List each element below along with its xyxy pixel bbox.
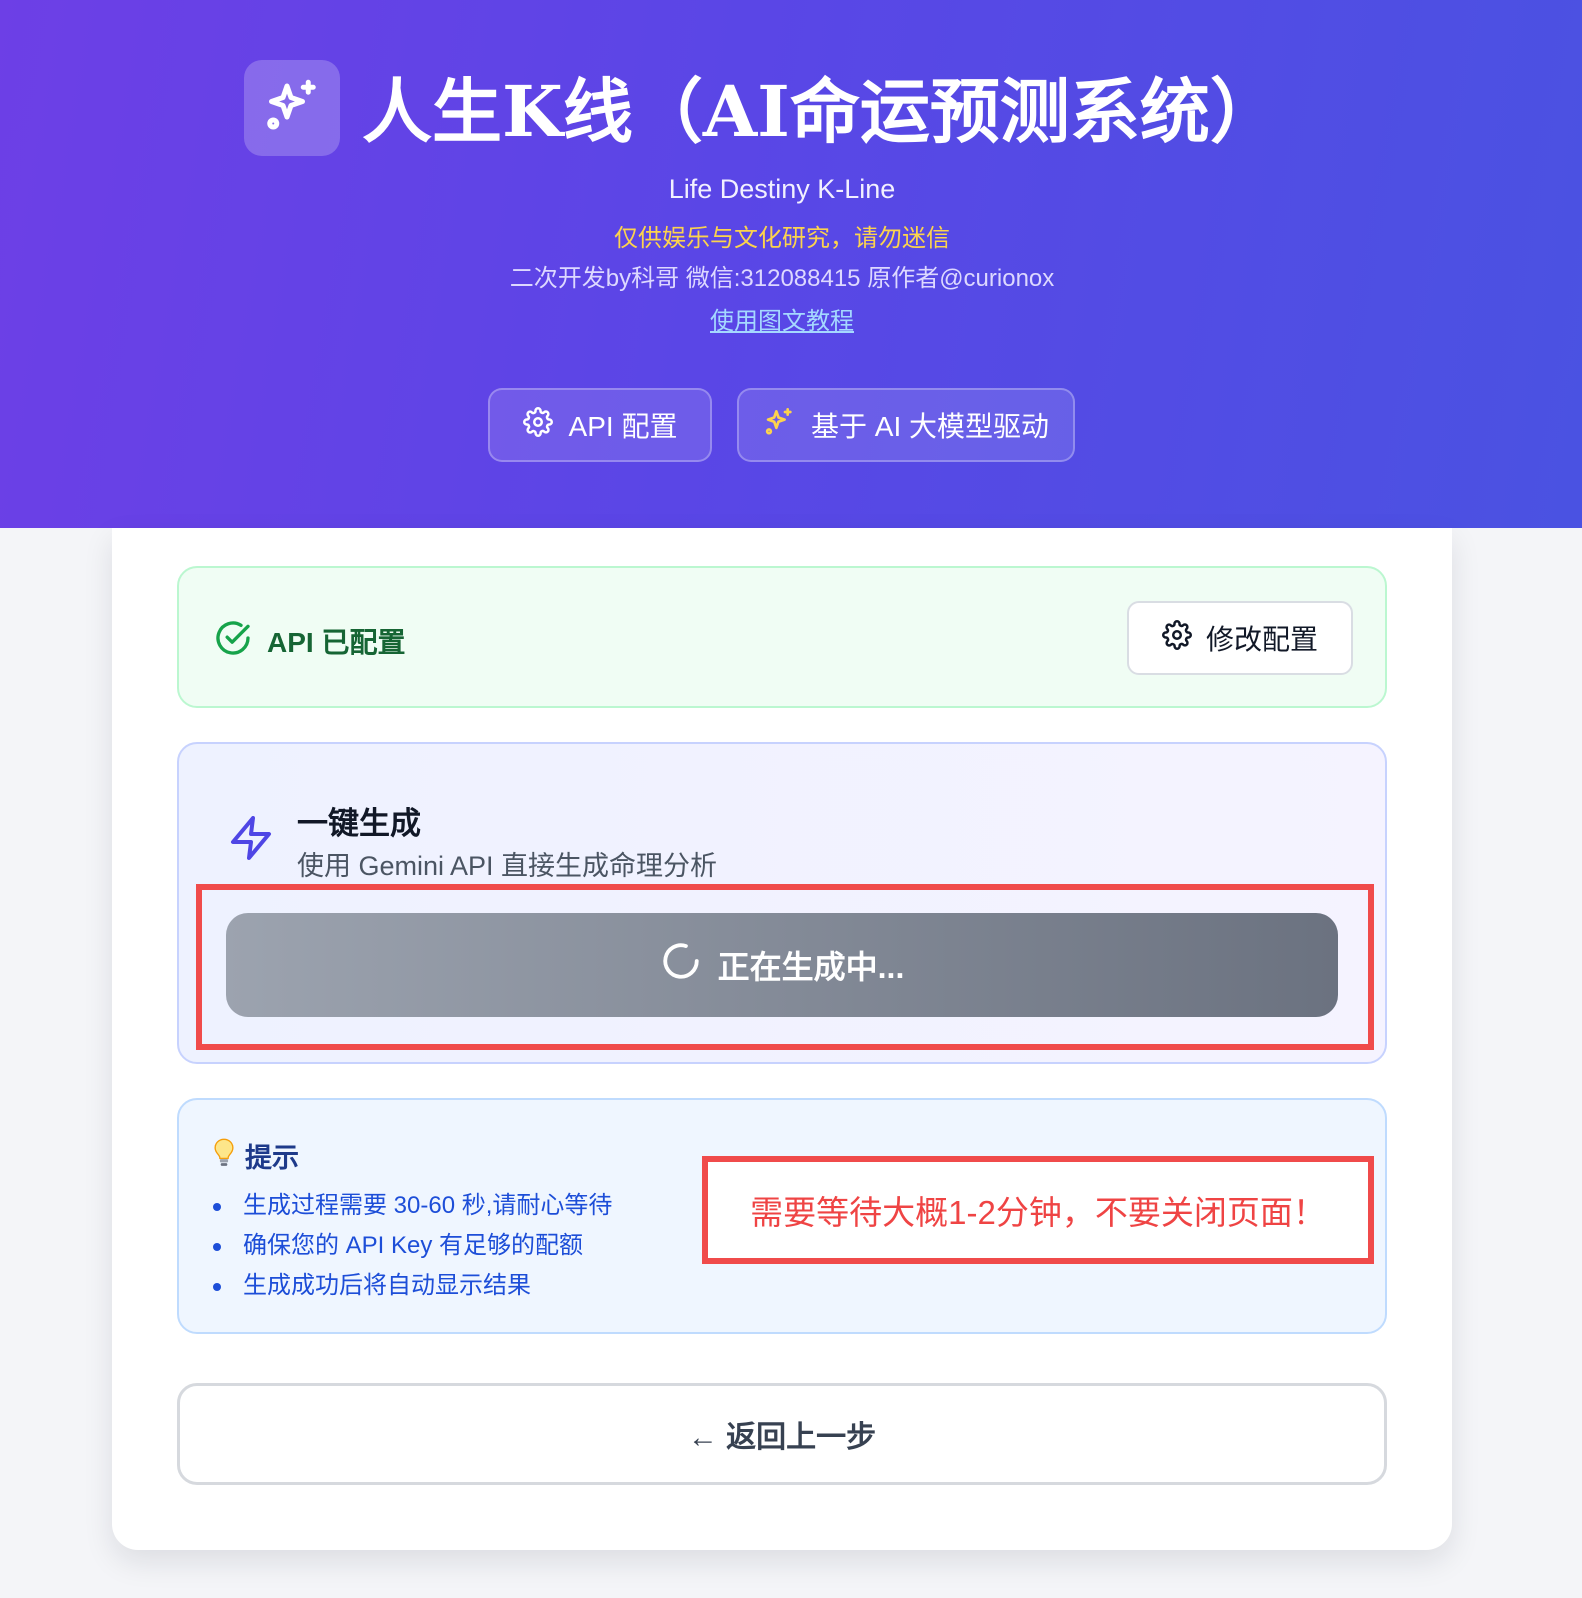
tips-title: 提示 (245, 1143, 299, 1173)
api-config-button[interactable]: API 配置 (488, 388, 712, 462)
gear-icon (1162, 619, 1192, 657)
header-banner: 人生K线（AI命运预测系统） Life Destiny K-Line 仅供娱乐与… (0, 0, 1582, 528)
annotation-warning-text: 需要等待大概1-2分钟，不要关闭页面！ (750, 1194, 1326, 1231)
sparkles-icon (262, 76, 322, 141)
tutorial-link[interactable]: 使用图文教程 (0, 301, 1564, 336)
list-item: 生成成功后将自动显示结果 (211, 1266, 612, 1306)
annotation-warning-box: 需要等待大概1-2分钟，不要关闭页面！ (702, 1156, 1374, 1264)
check-circle-icon (213, 618, 253, 663)
back-button[interactable]: ← 返回上一步 (177, 1383, 1387, 1485)
subtitle-english: Life Destiny K-Line (668, 174, 896, 204)
disclaimer-text: 仅供娱乐与文化研究，请勿迷信 (614, 225, 950, 252)
api-config-label: API 配置 (568, 411, 678, 442)
ai-driven-badge[interactable]: 基于 AI 大模型驱动 (737, 388, 1075, 462)
modify-config-button[interactable]: 修改配置 (1127, 601, 1353, 675)
sparkles-icon (763, 406, 795, 445)
lightbulb-icon (213, 1138, 235, 1173)
api-status-text: API 已配置 (267, 627, 406, 658)
list-item: 生成过程需要 30-60 秒,请耐心等待 (211, 1186, 612, 1226)
logo (244, 60, 340, 156)
generate-button[interactable]: 正在生成中... (226, 913, 1338, 1017)
lightning-bolt-icon (227, 814, 275, 867)
list-item: 确保您的 API Key 有足够的配额 (211, 1226, 612, 1266)
credit-text: 二次开发by科哥 微信:312088415 原作者@curionox (509, 265, 1055, 292)
gear-icon (522, 406, 553, 444)
generate-button-label: 正在生成中... (717, 949, 905, 985)
generate-description: 使用 Gemini API 直接生成命理分析 (297, 851, 718, 881)
page-title: 人生K线（AI命运预测系统） (362, 70, 1280, 153)
modify-config-label: 修改配置 (1205, 624, 1318, 655)
api-status-panel: API 已配置 修改配置 (177, 566, 1387, 708)
spinner-icon (660, 940, 702, 990)
generate-title: 一键生成 (297, 806, 421, 841)
ai-driven-label: 基于 AI 大模型驱动 (810, 411, 1049, 442)
tips-list: 生成过程需要 30-60 秒,请耐心等待 确保您的 API Key 有足够的配额… (211, 1186, 612, 1306)
